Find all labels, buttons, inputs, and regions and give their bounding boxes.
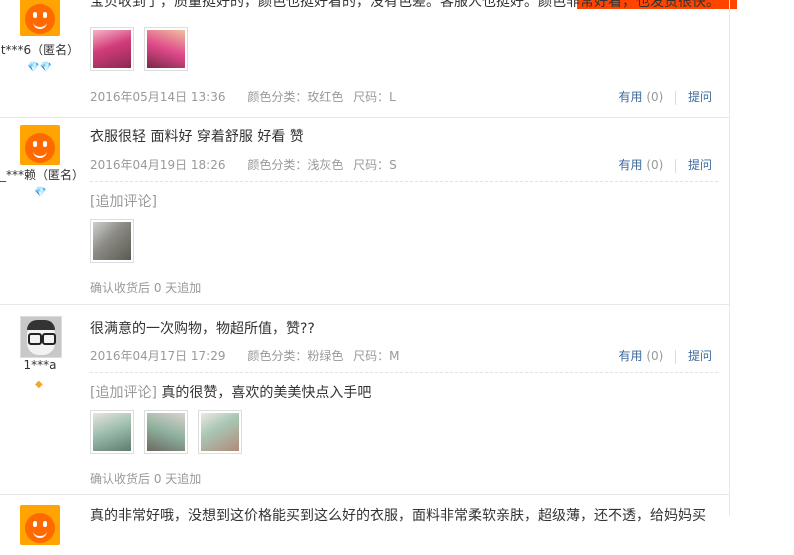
divider [675, 158, 677, 173]
review-date: 2016年05月14日 13:36 [90, 90, 226, 104]
review-actions: 有用 (0) 提问 [618, 347, 712, 364]
append-tag: [追加评论] [90, 194, 157, 210]
review-photo[interactable] [198, 410, 242, 454]
review-photo[interactable] [90, 27, 134, 71]
useful-count: (0) [646, 90, 664, 104]
buyer-level-badge: ◆ [35, 379, 43, 390]
useful-button[interactable]: 有用 [618, 158, 642, 172]
reviewer-nickname: t***6（匿名） [0, 43, 80, 57]
user-avatar[interactable] [20, 125, 60, 165]
append-text: 真的很赞，喜欢的美美快点入手吧 [161, 385, 372, 401]
review-text: 宝贝收到了，质量挺好的，颜色也挺好看的，没有色差。客服人也挺好。颜色非常好看，也… [90, 0, 720, 10]
sku-color: 颜色分类：玫红色 [247, 90, 344, 104]
ask-button[interactable]: 提问 [688, 349, 712, 363]
useful-button[interactable]: 有用 [618, 349, 642, 363]
review-meta: 2016年04月17日 17:29 颜色分类：粉绿色 尺码：M [90, 347, 418, 364]
append-review: [追加评论] [90, 191, 157, 211]
column-divider [729, 0, 730, 516]
review-photo[interactable] [90, 410, 134, 454]
review-photo[interactable] [144, 27, 188, 71]
review-meta: 2016年04月19日 18:26 颜色分类：浅灰色 尺码：S [90, 156, 415, 173]
review-text: 真的非常好哦，没想到这价格能买到这么好的衣服，面料非常柔软亲肤，超级薄，还不透，… [90, 508, 706, 524]
append-time: 确认收货后 0 天追加 [90, 281, 202, 295]
review-item: _***赖（匿名） 💎 衣服很轻 面料好 穿着舒服 好看 赞 2016年04月1… [0, 117, 729, 305]
divider [675, 90, 677, 105]
append-divider [90, 181, 718, 182]
review-date: 2016年04月19日 18:26 [90, 158, 226, 172]
ask-button[interactable]: 提问 [688, 90, 712, 104]
review-item: 真的非常好哦，没想到这价格能买到这么好的衣服，面料非常柔软亲肤，超级薄，还不透，… [0, 494, 729, 555]
review-text: 衣服很轻 面料好 穿着舒服 好看 赞 [90, 129, 304, 145]
sku-size: 尺码：S [353, 158, 397, 172]
user-avatar[interactable] [20, 0, 60, 36]
user-avatar[interactable] [20, 316, 62, 358]
review-photo[interactable] [90, 219, 134, 263]
append-review: [追加评论] 真的很赞，喜欢的美美快点入手吧 [90, 382, 371, 402]
useful-button[interactable]: 有用 [618, 90, 642, 104]
buyer-level-badge: 💎 [34, 187, 47, 198]
sku-size: 尺码：L [353, 90, 396, 104]
sku-size: 尺码：M [353, 349, 400, 363]
review-item: 1***a ◆ 很满意的一次购物，物超所值，赞?? 2016年04月17日 17… [0, 304, 729, 495]
sku-color: 颜色分类：浅灰色 [247, 158, 344, 172]
sku-color: 颜色分类：粉绿色 [247, 349, 344, 363]
append-divider [90, 372, 718, 373]
review-item: t***6（匿名） 💎💎 宝贝收到了，质量挺好的，颜色也挺好看的，没有色差。客服… [0, 0, 729, 117]
reviewer-nickname: 1***a [23, 358, 57, 372]
useful-count: (0) [646, 158, 664, 172]
review-photo[interactable] [144, 410, 188, 454]
ask-button[interactable]: 提问 [688, 158, 712, 172]
review-actions: 有用 (0) 提问 [618, 156, 712, 173]
append-tag: [追加评论] [90, 385, 157, 401]
useful-count: (0) [646, 349, 664, 363]
review-date: 2016年04月17日 17:29 [90, 349, 226, 363]
review-actions: 有用 (0) 提问 [618, 88, 712, 105]
user-avatar[interactable] [20, 505, 60, 545]
divider [675, 349, 677, 364]
reviewer-nickname: _***赖（匿名） [0, 168, 85, 182]
review-meta: 2016年05月14日 13:36 颜色分类：玫红色 尺码：L [90, 88, 414, 105]
review-text: 很满意的一次购物，物超所值，赞?? [90, 321, 315, 337]
append-time: 确认收货后 0 天追加 [90, 472, 202, 486]
buyer-level-badge: 💎💎 [27, 62, 52, 73]
